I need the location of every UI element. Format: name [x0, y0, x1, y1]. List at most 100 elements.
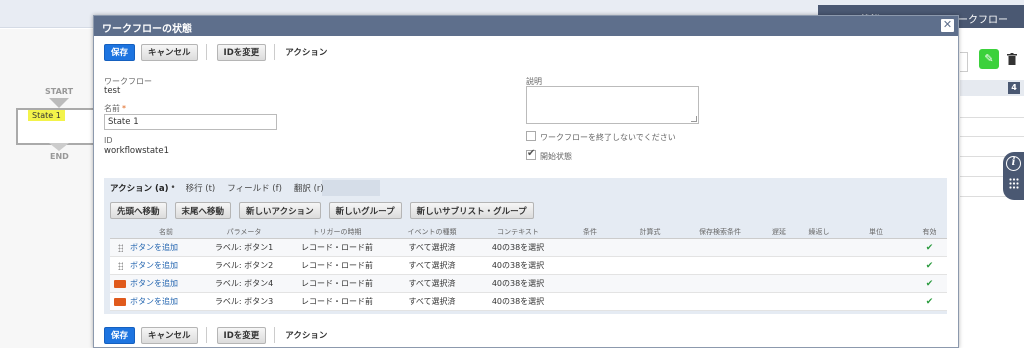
- trash-icon[interactable]: [1007, 53, 1017, 65]
- column-header[interactable]: パラメータ: [202, 227, 286, 237]
- save-button[interactable]: 保存: [104, 326, 136, 344]
- cell-context: 40の38を選択: [491, 279, 545, 288]
- cell-trigger: レコード・ロード前: [301, 243, 373, 252]
- workflow-canvas: [0, 29, 95, 348]
- column-header[interactable]: 条件: [560, 227, 620, 237]
- column-header[interactable]: 単位: [840, 227, 912, 237]
- cancel-button[interactable]: キャンセル: [141, 326, 198, 344]
- toolbar-divider: [205, 327, 207, 343]
- workflow-state-label[interactable]: State 1: [28, 110, 65, 121]
- action-name-link[interactable]: ボタンを追加: [130, 260, 202, 271]
- resize-grip-icon[interactable]: [691, 116, 697, 122]
- description-textarea[interactable]: [526, 86, 699, 124]
- count-badge: 4: [1008, 82, 1020, 94]
- column-header[interactable]: 計算式: [620, 227, 680, 237]
- cell-context: 40の38を選択: [491, 243, 545, 252]
- move-to-bottom-button[interactable]: 末尾へ移動: [174, 202, 232, 219]
- action-name-link[interactable]: ボタンを追加: [130, 296, 202, 307]
- table-row[interactable]: ボタンを追加 ラベル: ボタン1 レコード・ロード前 すべて選択済 40の38を…: [110, 239, 947, 257]
- initial-state-label: 開始状態: [540, 152, 572, 161]
- dialog-title: ワークフローの状態: [102, 24, 192, 35]
- top-toolbar: 保存 キャンセル IDを変更 アクション: [104, 43, 327, 61]
- dont-exit-workflow-checkbox[interactable]: [526, 131, 536, 141]
- workflow-state-dialog: ワークフローの状態 ✕ 保存 キャンセル IDを変更 アクション ワークフロー …: [93, 15, 959, 348]
- cell-trigger: レコード・ロード前: [301, 297, 373, 306]
- actions-table: 名前 パラメータ トリガーの時期 イベントの種類 コンテキスト 条件 計算式 保…: [110, 225, 947, 311]
- name-label-text: 名前: [104, 104, 120, 113]
- cell-parameter: ラベル: ボタン1: [214, 243, 274, 252]
- enabled-check-icon: ✔: [925, 242, 934, 253]
- help-widget[interactable]: i: [1003, 152, 1024, 200]
- sublist-tabs: アクション (a) • 移行 (t) フィールド (f) 翻訳 (r): [104, 178, 336, 198]
- column-header[interactable]: 名前: [130, 227, 202, 237]
- right-panel-select[interactable]: [960, 52, 968, 72]
- name-input[interactable]: State 1: [104, 114, 277, 130]
- cell-event: すべて選択済: [408, 297, 456, 306]
- drag-handle-icon[interactable]: [117, 261, 123, 270]
- cancel-button[interactable]: キャンセル: [141, 43, 198, 61]
- column-header[interactable]: 繰返し: [798, 227, 840, 237]
- cell-parameter: ラベル: ボタン2: [214, 261, 274, 270]
- cell-event: すべて選択済: [408, 243, 456, 252]
- close-icon[interactable]: ✕: [941, 19, 954, 32]
- enabled-check-icon: ✔: [925, 260, 934, 271]
- tab-translations[interactable]: 翻訳 (r): [294, 182, 324, 194]
- cell-trigger: レコード・ロード前: [301, 261, 373, 270]
- flag-icon[interactable]: [114, 279, 126, 288]
- bottom-toolbar: 保存 キャンセル IDを変更 アクション: [104, 326, 327, 344]
- tab-fields[interactable]: フィールド (f): [227, 182, 282, 194]
- cell-trigger: レコード・ロード前: [301, 279, 373, 288]
- move-to-top-button[interactable]: 先頭へ移動: [110, 202, 167, 219]
- table-row[interactable]: ボタンを追加 ラベル: ボタン3 レコード・ロード前 すべて選択済 40の38を…: [110, 293, 947, 311]
- column-header[interactable]: 遅延: [760, 227, 798, 237]
- divider: [960, 117, 1024, 118]
- initial-state-checkbox[interactable]: [526, 148, 536, 160]
- change-id-button[interactable]: IDを変更: [216, 43, 267, 61]
- cell-event: すべて選択済: [408, 279, 456, 288]
- toolbar-divider: [274, 44, 276, 60]
- table-header: 名前 パラメータ トリガーの時期 イベントの種類 コンテキスト 条件 計算式 保…: [110, 225, 947, 239]
- column-header[interactable]: 有効: [912, 227, 947, 237]
- enabled-check-icon: ✔: [925, 296, 934, 307]
- new-action-button[interactable]: 新しいアクション: [239, 202, 321, 219]
- toolbar-divider: [205, 44, 207, 60]
- tab-active-dot: •: [170, 183, 176, 193]
- new-sublist-group-button[interactable]: 新しいサブリスト・グループ: [409, 202, 534, 219]
- tab-actions[interactable]: アクション (a): [110, 182, 169, 194]
- dialog-header: ワークフローの状態 ✕: [94, 16, 958, 36]
- workflow-start-label: START: [45, 87, 74, 96]
- workflow-end-label: END: [50, 152, 69, 161]
- column-header[interactable]: 保存検索条件: [680, 227, 760, 237]
- grid-dots-icon[interactable]: [1009, 178, 1019, 190]
- column-header[interactable]: トリガーの時期: [286, 227, 388, 237]
- workflow-field-value: test: [104, 86, 121, 96]
- column-header[interactable]: コンテキスト: [476, 227, 560, 237]
- actions-menu[interactable]: アクション: [285, 46, 327, 58]
- end-marker-icon: [49, 143, 69, 151]
- cell-context: 40の38を選択: [491, 297, 545, 306]
- new-group-button[interactable]: 新しいグループ: [328, 202, 402, 219]
- divider: [960, 136, 1024, 137]
- id-field-value: workflowstate1: [104, 146, 170, 156]
- action-name-link[interactable]: ボタンを追加: [130, 278, 202, 289]
- toolbar-divider: [274, 327, 276, 343]
- action-name-link[interactable]: ボタンを追加: [130, 242, 202, 253]
- cell-parameter: ラベル: ボタン4: [214, 279, 274, 288]
- change-id-button[interactable]: IDを変更: [216, 326, 267, 344]
- flag-icon[interactable]: [114, 297, 126, 306]
- save-button[interactable]: 保存: [104, 43, 136, 61]
- actions-menu[interactable]: アクション: [285, 329, 327, 341]
- actions-sublist: アクション (a) • 移行 (t) フィールド (f) 翻訳 (r) 先頭へ移…: [104, 178, 947, 314]
- cell-parameter: ラベル: ボタン3: [214, 297, 274, 306]
- table-row[interactable]: ボタンを追加 ラベル: ボタン2 レコード・ロード前 すべて選択済 40の38を…: [110, 257, 947, 275]
- column-header[interactable]: イベントの種類: [388, 227, 476, 237]
- pencil-icon: ✎: [984, 52, 994, 65]
- tab-transitions[interactable]: 移行 (t): [186, 182, 216, 194]
- dont-exit-workflow-label: ワークフローを終了しないでください: [540, 133, 676, 142]
- edit-button[interactable]: ✎: [979, 49, 999, 69]
- required-marker: *: [122, 104, 126, 113]
- id-field-label: ID: [104, 136, 113, 145]
- drag-handle-icon[interactable]: [117, 243, 123, 252]
- table-row[interactable]: ボタンを追加 ラベル: ボタン4 レコード・ロード前 すべて選択済 40の38を…: [110, 275, 947, 293]
- info-icon[interactable]: i: [1006, 156, 1021, 171]
